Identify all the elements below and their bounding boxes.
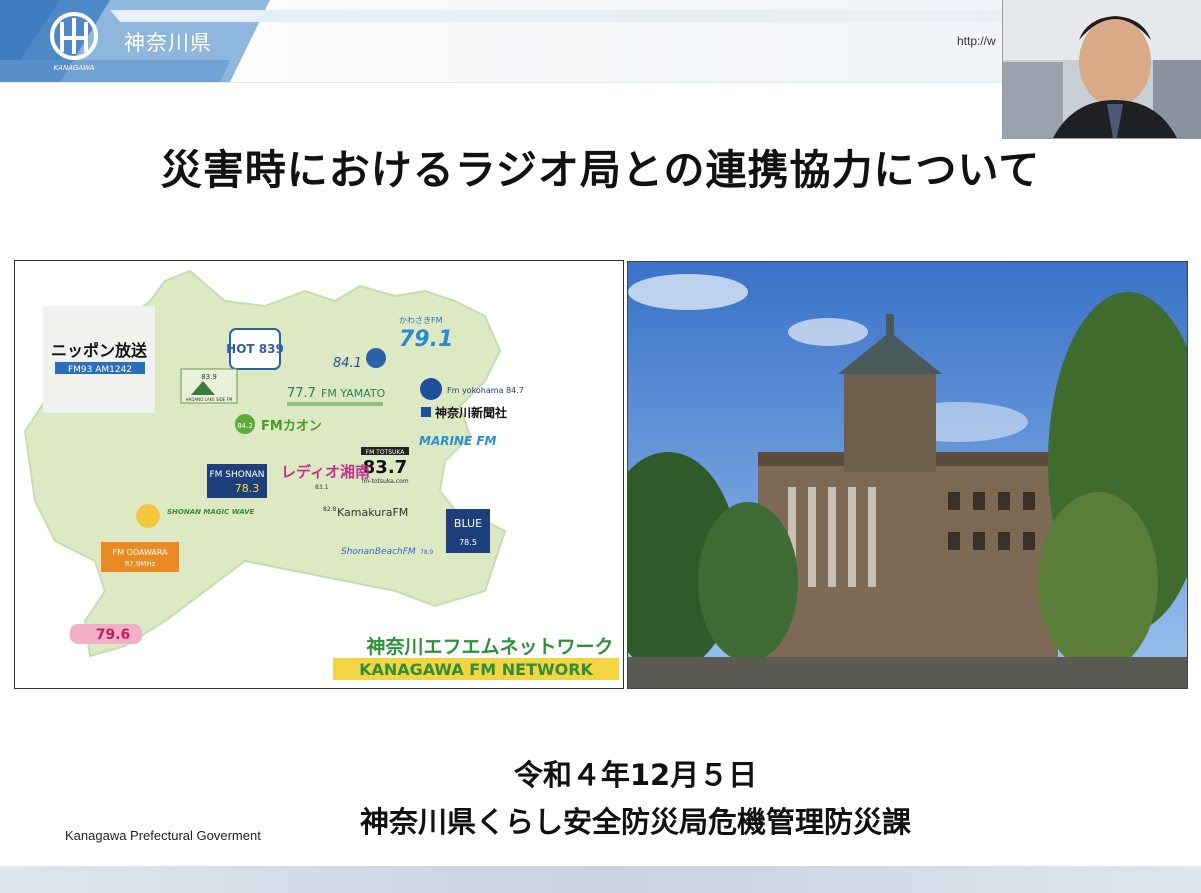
header-url: http://w	[957, 34, 996, 48]
kanagawa-map-graphic: ニッポン放送 FM93 AM1242 HOT 839 84.1 かわさきFM 7…	[23, 269, 619, 680]
station-shonan: FM SHONAN	[210, 470, 265, 480]
station-nippon-freq: FM93 AM1242	[68, 365, 132, 375]
network-name-jp: 神奈川エフエムネットワーク	[366, 635, 613, 658]
station-magic-wave: SHONAN MAGIC WAVE	[167, 508, 255, 516]
station-odawara: FM ODAWARA	[112, 548, 168, 557]
station-shonan-beach: ShonanBeachFM	[341, 547, 416, 557]
station-yamato: FM YAMATO	[321, 387, 386, 400]
station-blue: BLUE	[454, 517, 482, 530]
station-yamato-freq: 77.7	[287, 386, 316, 401]
station-totsuka: FM TOTSUKA	[366, 449, 406, 456]
slide-title: 災害時におけるラジオ局との連携協力について	[160, 146, 1041, 194]
station-fm-hot: HOT 839	[226, 342, 284, 356]
station-kamakura: KamakuraFM	[337, 506, 408, 519]
station-radio-shonan: レディオ湘南	[281, 463, 370, 481]
station-kawasaki: かわさきFM	[399, 316, 443, 325]
station-kaon-freq: 84.2	[237, 422, 253, 430]
station-marine: MARINE FM	[419, 434, 497, 448]
presenter-webcam-feed	[1002, 0, 1201, 139]
station-odawara-freq: 87.9MHz	[125, 560, 156, 568]
station-nippon-housou: ニッポン放送	[51, 341, 148, 360]
station-hadano: HADANO LAKE SIDE FM	[186, 397, 233, 402]
station-shonan-freq: 78.3	[235, 482, 260, 495]
station-fm-kaon: FMカオン	[261, 419, 322, 434]
slide-date: 令和４年12月５日	[513, 758, 758, 792]
station-fm-yokohama: Fm yokohama 84.7	[447, 386, 524, 395]
footer-decoration-bar	[0, 866, 1201, 893]
station-blue-freq: 78.5	[459, 538, 477, 547]
network-name-en: KANAGAWA FM NETWORK	[359, 660, 593, 679]
svg-text:KANAGAWA: KANAGAWA	[54, 64, 95, 72]
station-kanagawa-shimbun: 神奈川新聞社	[435, 405, 507, 420]
station-kawasaki-freq: 79.1	[399, 327, 453, 352]
presenter-video-image	[1003, 0, 1201, 138]
kanagawa-emblem-icon: KANAGAWA	[50, 12, 98, 72]
station-radio-shonan-freq: 83.1	[315, 484, 329, 491]
prefectural-office-photo	[627, 261, 1188, 689]
station-kamakura-freq: 82.8	[323, 506, 337, 513]
fm-network-map: ニッポン放送 FM93 AM1242 HOT 839 84.1 かわさきFM 7…	[14, 260, 624, 689]
prefectural-office-building-image	[628, 262, 1187, 688]
station-shonan-beach-freq: 78.9	[420, 549, 434, 556]
footer-organization: Kanagawa Prefectural Goverment	[65, 828, 261, 843]
prefecture-name: 神奈川県	[124, 31, 212, 55]
station-hadano-freq: 83.9	[201, 373, 217, 381]
station-841: 84.1	[333, 356, 362, 371]
station-yokosuka-freq: 79.6	[96, 627, 131, 643]
